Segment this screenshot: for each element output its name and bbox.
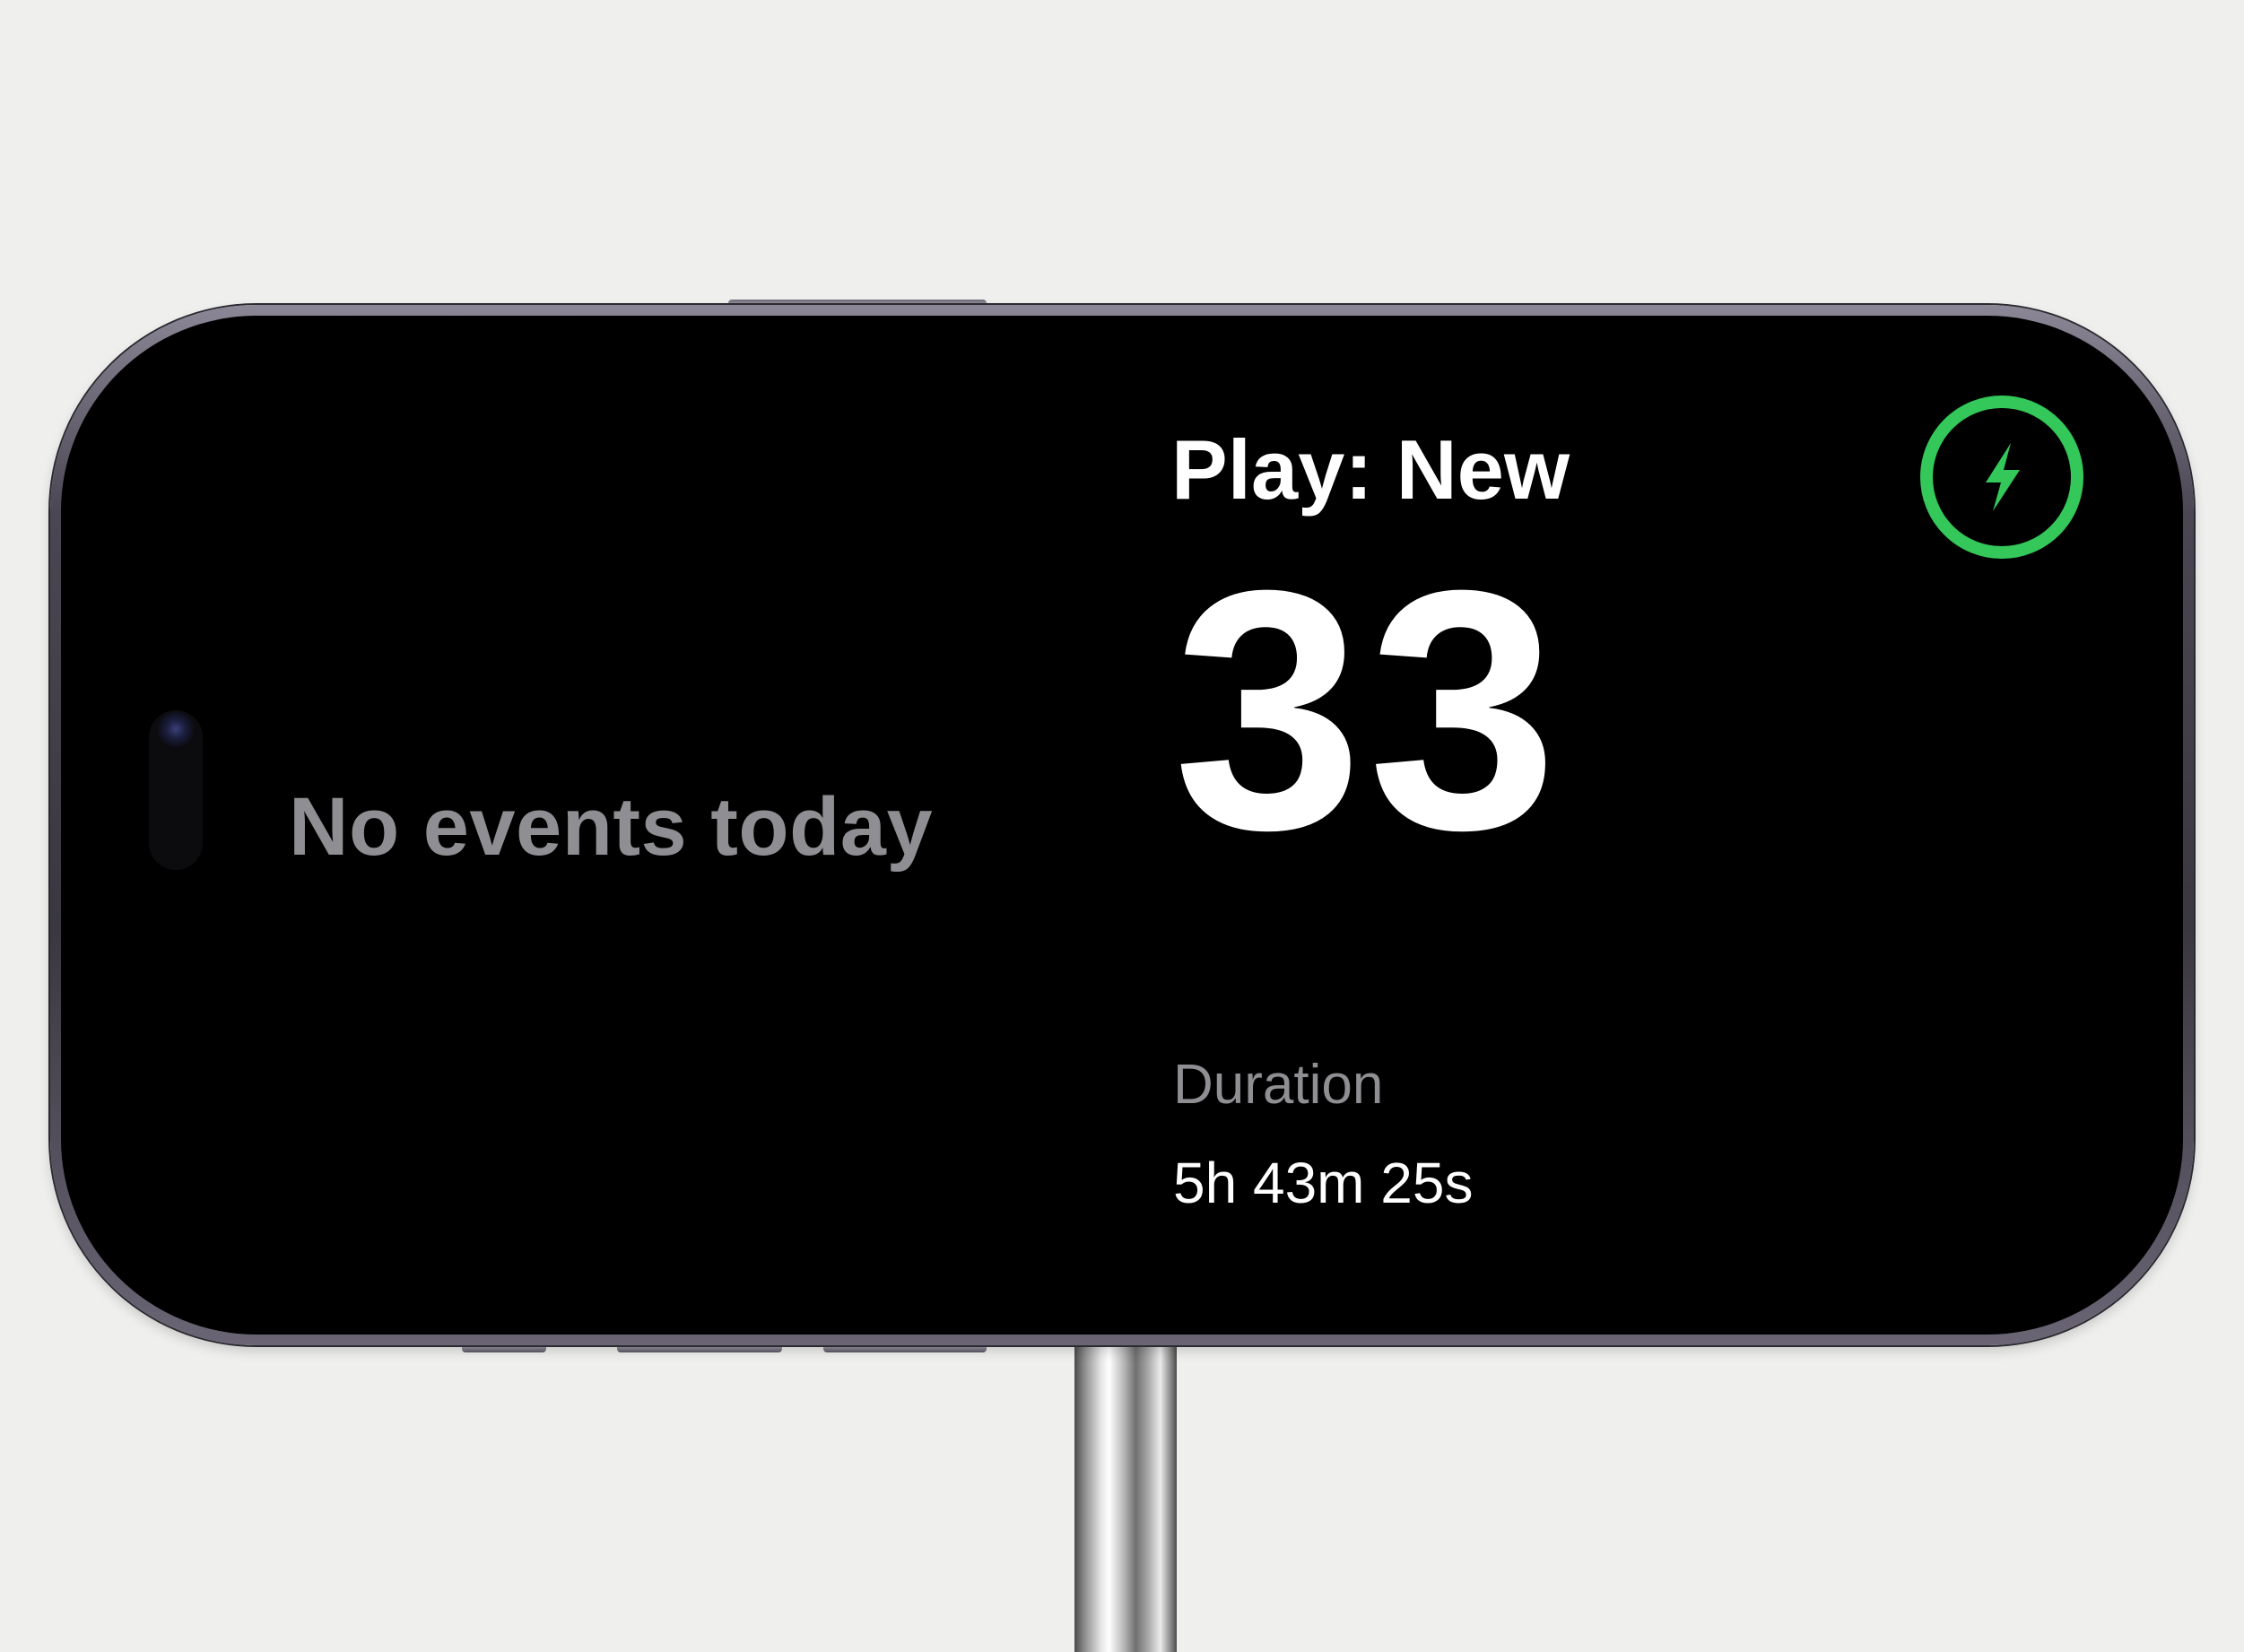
charging-indicator	[1920, 396, 2083, 559]
front-camera-icon	[157, 710, 195, 748]
count-value: 33	[1173, 519, 1563, 900]
phone-frame: No events today Play: New 33 Duration 5h…	[50, 305, 2194, 1345]
duration-value: 5h 43m 25s	[1173, 1151, 1474, 1215]
duration-label: Duration	[1173, 1054, 1384, 1116]
calendar-empty-text: No events today	[289, 781, 934, 873]
charging-stand	[1074, 1336, 1177, 1652]
bolt-icon	[1986, 443, 2020, 511]
widget-title: Play: New	[1171, 422, 1570, 517]
standby-screen: No events today Play: New 33 Duration 5h…	[61, 316, 2183, 1335]
